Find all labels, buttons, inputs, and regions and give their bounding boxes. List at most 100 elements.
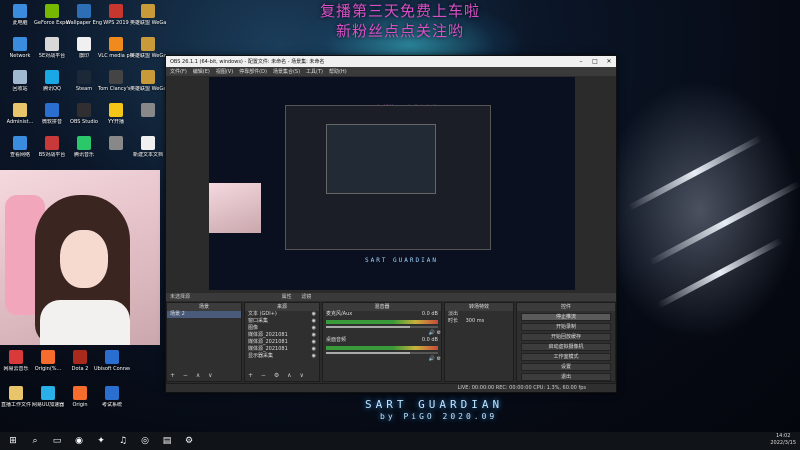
desktop-icon[interactable]: WPS 2019 [98,4,134,26]
transition-select[interactable]: 淡出 [445,311,513,318]
obs-window[interactable]: OBS 26.1.1 (64-bit, windows) - 配置文件: 未命名… [165,55,617,393]
control-button[interactable]: 设置 [521,363,611,371]
source-item[interactable]: 窗口采集 ◉ [245,318,319,325]
source-item[interactable]: 显示器采集 ◉ [245,353,319,360]
gear-icon[interactable]: ⚙ [437,356,441,362]
desktop-icon[interactable]: Network [2,37,38,59]
desktop-icon[interactable]: 此电脑 [2,4,38,26]
menu-item[interactable]: 停靠部件(D) [239,68,267,75]
source-item[interactable]: 图像 ◉ [245,325,319,332]
eye-icon[interactable]: ◉ [312,318,316,325]
folder-icon[interactable]: ▤ [158,434,176,448]
desktop-icon[interactable]: Tom Clancy's ... [98,70,134,92]
desktop-icon[interactable]: OBS Studio [66,103,102,125]
speaker-icon[interactable]: 🔊 [429,330,437,336]
control-button[interactable]: 工作室模式 [521,353,611,361]
desktop-icon[interactable]: 英雄联盟 WeGame [130,70,166,92]
desktop-icon[interactable]: Dota 2 [62,350,98,372]
controls-header: 控件 [517,303,615,311]
desktop-icon[interactable] [130,103,166,119]
desktop-icon[interactable] [98,136,134,152]
control-button[interactable]: 启动虚拟摄像机 [521,343,611,351]
start-icon[interactable]: ⊞ [4,434,22,448]
desktop-icon-label: Administ... [6,119,34,125]
desktop-icon[interactable]: 微软拼音 [34,103,70,125]
control-button[interactable]: 退出 [521,373,611,381]
desktop-icon[interactable]: 网易云音乐 [0,350,34,372]
source-item[interactable]: 文本 (GDI+) ◉ [245,311,319,318]
menu-item[interactable]: 文件(F) [170,68,187,75]
maximize-icon[interactable]: □ [588,58,602,65]
desktop-icon[interactable]: 旗印 [66,37,102,59]
source-item[interactable]: 媒体源_2021081 ◉ [245,346,319,353]
desktop-icon[interactable]: Origin(%... [30,350,66,372]
speaker-icon[interactable]: 🔊 [429,356,437,362]
source-tools[interactable]: + − ⚙ ∧ ∨ [248,372,307,379]
properties-button[interactable]: 属性 [282,294,292,300]
scene-item[interactable]: 场景 2 [167,311,241,318]
clock-time: 14:02 [775,433,791,439]
chrome-icon[interactable]: ◎ [136,434,154,448]
control-button[interactable]: 开始录制 [521,323,611,331]
eye-icon[interactable]: ◉ [312,339,316,346]
volume-slider[interactable] [326,326,438,328]
source-item[interactable]: 媒体源_2021081 ◉ [245,332,319,339]
dota2-icon [73,350,87,364]
desktop-icon[interactable]: 直播工作文件 [0,386,34,408]
desktop-icon[interactable]: 回收站 [2,70,38,92]
menu-item[interactable]: 视图(V) [216,68,233,75]
desktop-icon[interactable]: Ubisoft Connect [94,350,130,372]
desktop-icon[interactable]: GeForce Experience [34,4,70,26]
eye-icon[interactable]: ◉ [312,332,316,339]
gear-icon[interactable]: ⚙ [437,330,441,336]
menu-item[interactable]: 帮助(H) [329,68,347,75]
volume-slider[interactable] [326,352,438,354]
settings-icon[interactable]: ⚙ [180,434,198,448]
system-clock[interactable]: 14:02 2022/3/15 [770,433,796,447]
transition-duration[interactable]: 时长 300 ms [445,318,513,325]
search-icon[interactable]: ⌕ [26,434,44,448]
eye-icon[interactable]: ◉ [312,346,316,353]
scene-tools[interactable]: + − ∧ ∨ [170,372,216,379]
desktop-icon[interactable]: 腾讯QQ [34,70,70,92]
eye-icon[interactable]: ◉ [312,311,316,318]
desktop-icon[interactable]: YY开播 [98,103,134,125]
desktop-icon[interactable]: Steam [66,70,102,92]
desktop-icon[interactable]: 考试系统 [94,386,130,408]
control-button[interactable]: 开始回放缓存 [521,333,611,341]
menu-item[interactable]: 场景集合(S) [273,68,300,75]
control-button[interactable]: 停止推流 [521,313,611,321]
desktop-icon[interactable]: 新建文本文档 [130,136,166,158]
desktop-icon[interactable]: 英雄联盟 WeGame版 [130,37,166,59]
nested-preview-2 [326,124,436,194]
desktop-icon[interactable]: 5E对战平台 [34,37,70,59]
duration-value[interactable]: 300 ms [466,318,485,324]
task-view-icon[interactable]: ▭ [48,434,66,448]
music-icon[interactable]: ♫ [114,434,132,448]
desktop-icon[interactable]: Wallpaper Engine: ... [66,4,102,26]
filters-button[interactable]: 滤镜 [301,294,311,300]
menu-item[interactable]: 编辑(E) [193,68,210,75]
desktop-icon[interactable]: 腾讯音乐 [66,136,102,158]
desktop-icon[interactable]: VLC media player [98,37,134,59]
eye-icon[interactable]: ◉ [312,325,316,332]
obs-icon[interactable]: ◉ [70,434,88,448]
sources-header: 来源 [245,303,319,311]
desktop-icon[interactable]: 查看网络 [2,136,38,158]
desktop-icon[interactable]: B5对战平台 [34,136,70,158]
transitions-header: 转场特效 [445,303,513,311]
close-icon[interactable]: ✕ [602,58,616,65]
obs-titlebar[interactable]: OBS 26.1.1 (64-bit, windows) - 配置文件: 未命名… [166,56,616,67]
menu-item[interactable]: 工具(T) [306,68,323,75]
desktop-icon[interactable]: Administ... [2,103,38,125]
source-item[interactable]: 媒体源_2021081 ◉ [245,339,319,346]
minimize-icon[interactable]: – [574,58,588,65]
desktop-icon[interactable]: 英雄联盟 WeGame版 [130,4,166,26]
desktop-icon[interactable]: Origin [62,386,98,408]
desktop-icon-label: 腾讯QQ [43,86,61,92]
eye-icon[interactable]: ◉ [312,353,316,360]
obs-preview[interactable]: 复播第三天免费上车啦 新粉丝点点关注哟 SART GUARDIAN [209,77,575,290]
desktop-icon-label: 旗印 [78,53,89,59]
game-icon[interactable]: ✦ [92,434,110,448]
desktop-icon[interactable]: 网易UU加速器 [30,386,66,408]
